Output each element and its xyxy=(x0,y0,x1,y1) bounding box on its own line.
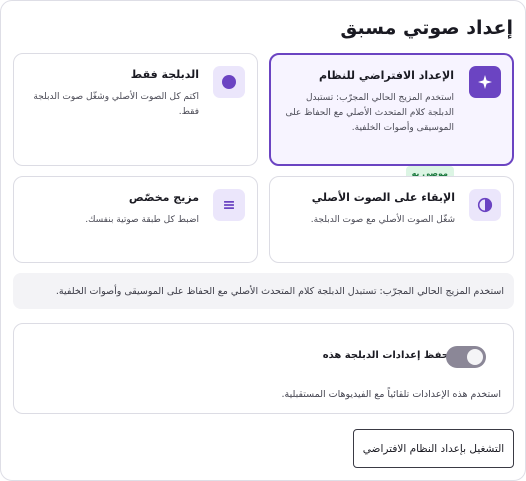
preset-card-dub-only[interactable]: الدبلجة فقط اكتم كل الصوت الأصلي وشغّل ص… xyxy=(13,53,258,166)
audio-preset-panel: إعداد صوتي مسبق الإعداد الافتراضي للنظام… xyxy=(0,0,526,481)
preset-card-keep-original[interactable]: الإبقاء على الصوت الأصلي شغّل الصوت الأص… xyxy=(269,176,514,263)
toggle-knob xyxy=(467,349,483,365)
preset-card-system-default[interactable]: الإعداد الافتراضي للنظام استخدم المزيج ا… xyxy=(269,53,514,181)
apply-system-default-button[interactable]: التشغيل بإعداد النظام الافتراضي xyxy=(353,429,514,468)
save-settings-description: استخدم هذه الإعدادات تلقائياً مع الفيديو… xyxy=(281,389,501,400)
menu-lines-icon xyxy=(213,189,245,221)
preset-description: شغّل الصوت الأصلي مع صوت الدبلجة. xyxy=(310,215,455,225)
preset-title: الإبقاء على الصوت الأصلي xyxy=(311,191,455,204)
panel-title: إعداد صوتي مسبق xyxy=(340,17,513,39)
filled-circle-icon xyxy=(213,66,245,98)
sparkle-icon xyxy=(469,66,501,98)
preset-description: استخدم المزيج الحالي المجرّب: تستبدل الد… xyxy=(285,93,454,133)
preset-title: الدبلجة فقط xyxy=(130,68,199,81)
save-settings-toggle[interactable] xyxy=(446,346,486,368)
preset-card-custom-mix[interactable]: مزيج مخصّص اضبط كل طبقة صوتية بنفسك. xyxy=(13,176,258,263)
half-circle-icon xyxy=(469,189,501,221)
preset-description: اكتم كل الصوت الأصلي وشغّل صوت الدبلجة ف… xyxy=(33,92,199,117)
preset-description: اضبط كل طبقة صوتية بنفسك. xyxy=(85,215,199,225)
save-settings-section xyxy=(13,323,514,414)
save-settings-label: حفظ إعدادات الدبلجة هذه xyxy=(322,350,449,361)
preset-title: الإعداد الافتراضي للنظام xyxy=(319,69,454,82)
preset-info-text: استخدم المزيج الحالي المجرّب: تستبدل الد… xyxy=(13,273,514,309)
preset-title: مزيج مخصّص xyxy=(128,191,199,204)
